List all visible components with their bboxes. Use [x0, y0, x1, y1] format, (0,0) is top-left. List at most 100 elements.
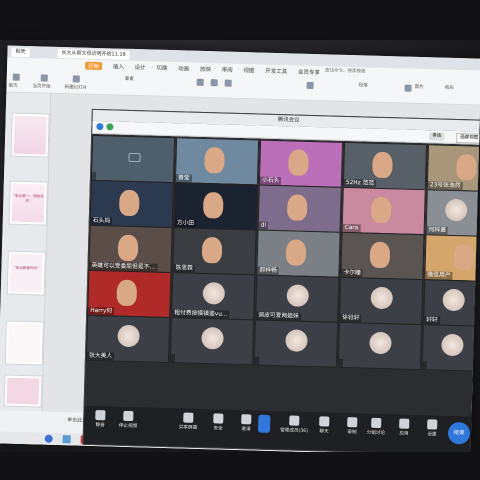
participant-name — [170, 354, 176, 363]
participant-tile[interactable]: 善莹 — [174, 137, 260, 186]
menu-insert[interactable]: 插入 — [113, 62, 124, 70]
avatar — [117, 324, 140, 348]
menu-switch[interactable]: 切换 — [156, 64, 167, 72]
participant-tile[interactable] — [169, 317, 255, 366]
participant-name — [422, 361, 427, 370]
participant-tile[interactable]: Cara — [341, 186, 426, 236]
participant-video — [117, 234, 139, 262]
breakout-rooms-button[interactable]: 分组讨论 — [362, 417, 390, 437]
settings-icon — [427, 419, 438, 430]
participant-tile[interactable] — [90, 134, 176, 184]
menu-member[interactable]: 会员专享 — [298, 68, 320, 77]
invite-button[interactable]: 邀请 — [232, 414, 260, 433]
participant-tile[interactable]: 轩轩 — [423, 279, 480, 327]
participant-tile[interactable]: 石头妈 — [89, 179, 174, 229]
control-label: 聊天 — [319, 429, 329, 435]
participant-tile[interactable] — [337, 321, 423, 371]
menu-animation[interactable]: 动画 — [178, 64, 189, 72]
list-icon[interactable] — [306, 81, 314, 90]
participant-tile[interactable]: 方小田 — [173, 182, 258, 231]
avatar — [202, 282, 226, 305]
participant-tile[interactable]: 23号张浩然 — [426, 144, 480, 192]
record-icon — [347, 417, 358, 428]
stop-video-button[interactable]: 停止视频 — [114, 410, 142, 430]
breakout-rooms-icon — [371, 417, 382, 429]
tab-daoke[interactable]: 稻壳 — [11, 47, 30, 58]
search-icon[interactable] — [44, 434, 53, 443]
participant-tile[interactable]: 调皮可爱两姐妹 — [255, 274, 340, 323]
participant-tile[interactable]: Harry何 — [87, 269, 172, 319]
underline-icon[interactable] — [224, 79, 232, 87]
participant-video — [202, 191, 224, 219]
settings-button[interactable]: 设置 — [418, 419, 446, 438]
menu-slideshow[interactable]: 放映 — [200, 65, 211, 73]
slide-thumbnail[interactable]: “安全教育知识” — [6, 250, 46, 296]
layout-icon[interactable] — [12, 73, 20, 81]
end-meeting-button[interactable]: 结束 — [447, 421, 471, 445]
participant-tile[interactable]: 何梓墨 — [425, 189, 480, 237]
participant-tile[interactable] — [253, 319, 339, 368]
apps-icon — [399, 418, 410, 429]
participant-tile[interactable]: 陈思霖 — [172, 227, 257, 276]
bold-icon[interactable] — [196, 78, 204, 86]
control-label: 共享屏幕 — [178, 425, 198, 431]
italic-icon[interactable] — [210, 79, 218, 87]
menu-developer[interactable]: 开发工具 — [265, 67, 287, 76]
fill-label[interactable]: 填充 — [445, 85, 454, 91]
control-label: 应用 — [399, 431, 409, 437]
camera-off-icon — [128, 152, 141, 163]
control-label: 管理成员(36) — [280, 428, 308, 434]
participant-tile[interactable]: 52Hz 范范 — [342, 141, 428, 191]
command-search[interactable]: 查找命令、搜索模板 — [325, 67, 366, 76]
mute-button[interactable]: 静音 — [86, 410, 114, 429]
tencent-meeting-window: 腾讯会议 讲话 画廊视图 善莹 小石头 52Hz 范范 23号张浩然 石头妈 方小田 dl C… — [82, 108, 480, 456]
invite-icon — [241, 414, 252, 425]
participant-tile[interactable]: 微信用户 — [424, 234, 480, 282]
avatar — [286, 284, 310, 307]
chat-button[interactable]: 聊天 — [310, 416, 338, 435]
menu-review[interactable]: 审阅 — [222, 65, 233, 73]
slide-thumbnail[interactable]: “安全第一，预防在先” — [8, 180, 48, 226]
participant-name: 张大美人 — [86, 351, 115, 361]
participant-video — [285, 239, 307, 266]
share-screen-button[interactable]: 共享屏幕 — [174, 412, 202, 431]
speaking-badge: 讲话 — [429, 132, 445, 141]
security-button[interactable]: 安全 — [204, 413, 232, 432]
info-icon[interactable] — [96, 122, 104, 131]
reset-label[interactable]: 重置 — [125, 76, 134, 82]
stop-video-icon — [123, 410, 134, 422]
laptop-screen: 稻壳 长大从帮文母访明开始11.18 开始 插入 设计 切换 动画 放映 审阅 … — [0, 45, 480, 457]
browser-icon[interactable] — [62, 435, 71, 444]
apps-button[interactable]: 应用 — [390, 418, 418, 437]
participant-tile[interactable]: 粗付费按摸镇鉴vu... — [171, 272, 256, 321]
participant-tile[interactable]: 郝梓畅 — [256, 229, 341, 278]
participant-tile[interactable]: 英雄可以受委屈但是不... — [88, 224, 173, 274]
participant-video — [456, 154, 477, 181]
avatar — [442, 288, 466, 312]
start-current-label: 当页开始 — [32, 84, 51, 90]
participant-name: dl — [258, 221, 269, 230]
gallery-view-button[interactable]: 画廊视图 — [456, 133, 480, 144]
participant-tile[interactable]: 张大美人 — [85, 314, 171, 364]
participant-tile[interactable]: 小石头 — [258, 139, 344, 188]
participant-tile[interactable]: 卡尔瞳 — [340, 231, 425, 281]
avatar — [370, 286, 394, 310]
picture-label[interactable]: 图片 — [415, 84, 424, 90]
menu-view[interactable]: 视图 — [243, 66, 254, 74]
manage-members-button[interactable]: 管理成员(36) — [280, 415, 308, 434]
participant-tile[interactable]: dl — [257, 184, 342, 233]
paragraph-label[interactable]: 段落 — [359, 82, 368, 88]
participant-tile[interactable] — [421, 324, 480, 372]
menu-design[interactable]: 设计 — [135, 63, 146, 71]
menu-start[interactable]: 开始 — [85, 61, 103, 71]
shield-icon[interactable] — [106, 123, 114, 131]
play-icon[interactable] — [40, 74, 48, 82]
new-slide-label: 新建幻灯片 — [64, 85, 88, 91]
control-label: 安全 — [213, 426, 223, 432]
new-slide-icon[interactable] — [72, 75, 80, 83]
picture-icon[interactable] — [404, 84, 412, 92]
slide-thumbnail[interactable] — [10, 112, 50, 158]
participant-tile[interactable]: 徐钰轩 — [339, 276, 424, 326]
slide-thumbnail[interactable] — [3, 374, 43, 408]
slide-thumbnail[interactable] — [4, 320, 44, 366]
